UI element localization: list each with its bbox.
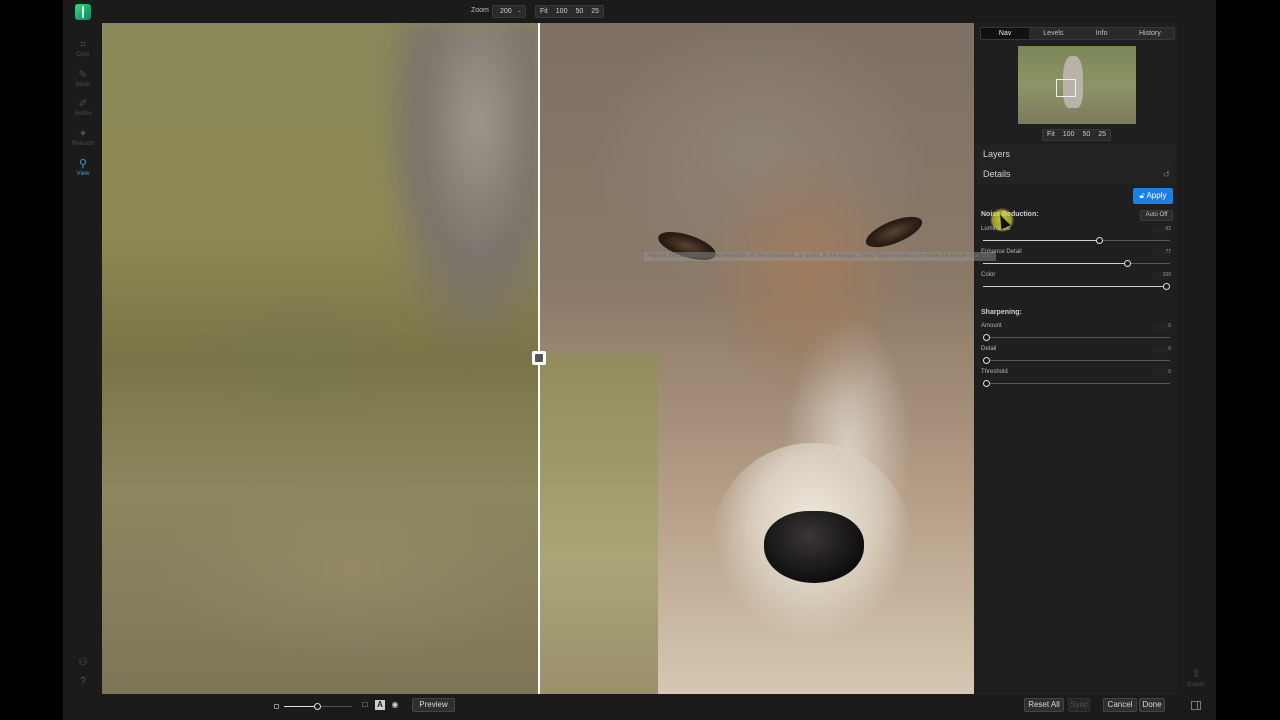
detail-label: Detail — [981, 346, 997, 352]
auto-off-button[interactable]: Auto Off — [1140, 210, 1173, 221]
divider-drag-handle[interactable] — [532, 351, 546, 365]
color-slider-fill — [983, 286, 1170, 287]
tool-retouch-label: Retouch — [71, 141, 95, 147]
tool-mask-label: Mask — [75, 82, 91, 88]
mask-view-icon[interactable]: ◉ — [390, 700, 400, 710]
export-button[interactable]: ⇪ Export — [1185, 664, 1207, 688]
image-background-grass — [538, 353, 658, 694]
compare-view-icon[interactable]: A — [375, 700, 385, 710]
image-nose — [764, 511, 864, 583]
tool-refine[interactable]: ✐ Refine — [70, 98, 96, 117]
nav-preset-25[interactable]: 25 — [1094, 130, 1110, 140]
apply-button[interactable]: 🔓︎ Apply — [1133, 188, 1173, 204]
zoom-preset-fit[interactable]: Fit — [536, 6, 552, 17]
user-icon[interactable]: ⚇ — [77, 657, 89, 669]
luminance-value[interactable]: 62 — [1153, 226, 1171, 233]
zoom-slider-group — [274, 700, 352, 712]
luminance-slider-fill — [983, 240, 1099, 241]
zoom-out-icon[interactable] — [274, 703, 279, 709]
enhance-detail-slider[interactable] — [983, 260, 1170, 267]
app-logo-icon — [75, 4, 91, 20]
amount-value[interactable]: 0 — [1153, 323, 1171, 330]
nav-preset-100[interactable]: 100 — [1059, 130, 1079, 140]
color-slider[interactable] — [983, 283, 1170, 290]
zoom-label: Zoom — [471, 7, 489, 14]
tab-info[interactable]: Info — [1078, 28, 1126, 39]
zoom-preset-25[interactable]: 25 — [587, 6, 603, 17]
threshold-slider[interactable] — [983, 380, 1170, 387]
panel-tabs: Nav Levels Info History — [980, 27, 1175, 40]
sync-button[interactable]: Sync — [1068, 698, 1090, 712]
tooltip: Adjusts the amount of noise reduction on… — [644, 252, 996, 261]
tab-history[interactable]: History — [1126, 28, 1174, 39]
tab-levels[interactable]: Levels — [1029, 28, 1077, 39]
tab-nav[interactable]: Nav — [981, 28, 1030, 39]
amount-slider[interactable] — [983, 334, 1170, 341]
tool-view-label: View — [76, 171, 90, 177]
navigator-viewbox[interactable] — [1056, 79, 1076, 97]
sharpening-title: Sharpening: — [981, 309, 1022, 316]
enhance-detail-slider-fill — [983, 263, 1127, 264]
details-title: Details — [983, 169, 1011, 179]
refine-brush-icon: ✐ — [78, 98, 88, 110]
preview-button[interactable]: Preview — [412, 698, 455, 712]
chevron-down-icon: ⌄ — [516, 8, 522, 14]
color-slider-knob[interactable] — [1163, 283, 1170, 290]
detail-value[interactable]: 0 — [1153, 346, 1171, 353]
lock-icon: 🔓︎ — [1139, 191, 1145, 200]
tool-refine-label: Refine — [74, 111, 92, 117]
single-view-icon[interactable]: □ — [360, 700, 370, 710]
apply-label: Apply — [1146, 191, 1167, 200]
magnifier-icon: ⚲ — [78, 158, 88, 170]
panel-toggle-icon[interactable] — [1191, 701, 1201, 710]
nav-zoom-presets: Fit 100 50 25 — [1042, 129, 1112, 141]
threshold-value[interactable]: 0 — [1153, 369, 1171, 376]
navigator-thumbnail[interactable] — [1018, 46, 1136, 124]
zoom-dropdown[interactable]: 200 ⌄ — [492, 5, 526, 18]
image-canvas[interactable] — [102, 23, 974, 694]
zoom-presets: Fit 100 50 25 — [535, 5, 605, 18]
tool-crop[interactable]: ⌗ Crop — [70, 39, 96, 58]
image-region-before — [382, 23, 542, 353]
zoom-preset-50[interactable]: 50 — [571, 6, 587, 17]
tool-retouch[interactable]: ✦ Retouch — [70, 128, 96, 147]
zoom-value: 200 — [500, 8, 512, 15]
bottom-zoom-slider-fill — [284, 705, 318, 707]
detail-slider[interactable] — [983, 357, 1170, 364]
help-icon[interactable]: ? — [77, 676, 89, 688]
threshold-label: Threshold — [981, 369, 1008, 375]
export-label: Export — [1187, 682, 1205, 688]
luminance-slider-knob[interactable] — [1096, 237, 1103, 244]
threshold-slider-knob[interactable] — [983, 380, 990, 387]
enhance-detail-slider-knob[interactable] — [1124, 260, 1131, 267]
mask-brush-icon: ✎ — [78, 69, 88, 81]
cancel-button[interactable]: Cancel — [1103, 698, 1137, 712]
tool-crop-label: Crop — [76, 52, 90, 58]
amount-slider-knob[interactable] — [983, 334, 990, 341]
zoom-preset-100[interactable]: 100 — [552, 6, 572, 17]
detail-slider-knob[interactable] — [983, 357, 990, 364]
done-button[interactable]: Done — [1139, 698, 1165, 712]
bottom-zoom-slider[interactable] — [284, 702, 352, 710]
nav-preset-fit[interactable]: Fit — [1043, 130, 1059, 140]
nav-preset-50[interactable]: 50 — [1078, 130, 1094, 140]
luminance-slider[interactable] — [983, 237, 1170, 244]
view-mode-icons: □ A ◉ — [360, 700, 400, 710]
reset-icon[interactable]: ↺ — [1163, 170, 1170, 179]
tool-mask[interactable]: ✎ Mask — [70, 69, 96, 88]
color-label: Color — [981, 272, 996, 278]
export-icon: ⇪ — [1191, 668, 1201, 680]
retouch-icon: ✦ — [78, 128, 88, 140]
bottom-zoom-slider-knob[interactable] — [314, 702, 321, 710]
layers-title: Layers — [983, 149, 1011, 159]
crop-icon: ⌗ — [79, 39, 87, 51]
tool-view[interactable]: ⚲ View — [70, 158, 96, 177]
amount-label: Amount — [981, 323, 1002, 329]
enhance-detail-value[interactable]: 77 — [1153, 249, 1171, 256]
color-value[interactable]: 100 — [1153, 272, 1171, 279]
reset-all-button[interactable]: Reset All — [1024, 698, 1064, 712]
